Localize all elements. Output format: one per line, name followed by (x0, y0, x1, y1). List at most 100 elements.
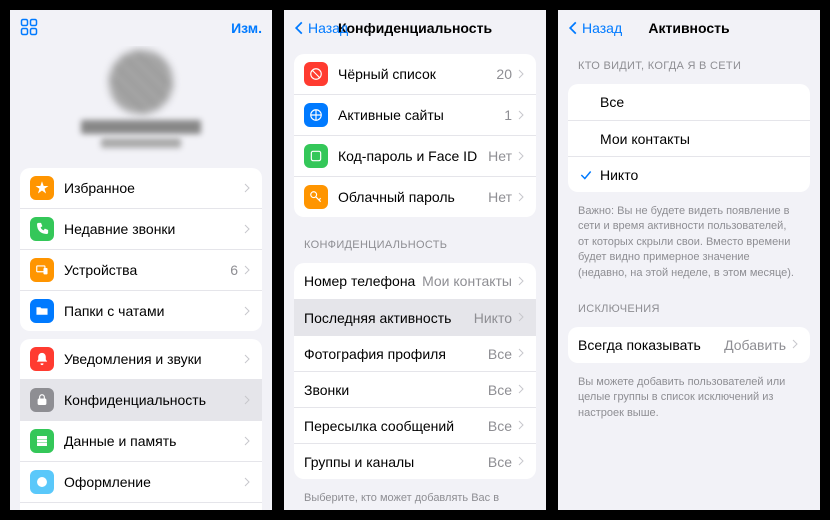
row-label: Последняя активность (304, 310, 474, 326)
row-label: Чёрный список (338, 66, 496, 82)
row-label: Конфиденциальность (64, 392, 242, 408)
row-label: Всегда показывать (578, 337, 724, 353)
row-label: Папки с чатами (64, 303, 242, 319)
row-label: Данные и память (64, 433, 242, 449)
list-item[interactable]: Избранное (20, 168, 262, 208)
list-item[interactable]: Оформление (20, 461, 262, 502)
pane1-header: Изм. (10, 10, 272, 46)
back-label: Назад (308, 20, 348, 36)
list-item[interactable]: Активные сайты1 (294, 94, 536, 135)
row-value: 6 (230, 262, 238, 278)
chevron-right-icon (242, 475, 252, 490)
back-button[interactable]: Назад (566, 20, 622, 36)
chevron-right-icon (516, 67, 526, 82)
option-row[interactable]: Никто (568, 156, 810, 192)
profile-block (10, 46, 272, 160)
settings-group: Избранное Недавние звонки Устройства6 Папки… (20, 168, 262, 331)
list-item[interactable]: Номер телефонаМои контакты (294, 263, 536, 299)
chevron-right-icon (516, 418, 526, 433)
chevron-right-icon (242, 352, 252, 367)
option-label: Никто (600, 167, 800, 183)
whosees-header: КТО ВИДИТ, КОГДА Я В СЕТИ (558, 46, 820, 76)
activity-pane: Назад Активность КТО ВИДИТ, КОГДА Я В СЕ… (558, 10, 820, 510)
list-item[interactable]: Недавние звонки (20, 208, 262, 249)
faceid-icon (304, 144, 328, 168)
privacy-section-header: КОНФИДЕНЦИАЛЬНОСТЬ (284, 225, 546, 255)
exceptions-footer: Вы можете добавить пользователей или цел… (558, 371, 820, 429)
chevron-right-icon (242, 181, 252, 196)
devices-icon (30, 258, 54, 282)
row-value: Все (488, 346, 512, 362)
chevron-right-icon (516, 190, 526, 205)
option-label: Все (600, 94, 800, 110)
row-label: Активные сайты (338, 107, 504, 123)
block-icon (304, 62, 328, 86)
row-value: Все (488, 454, 512, 470)
chevron-right-icon (516, 274, 526, 289)
back-label: Назад (582, 20, 622, 36)
profile-name (81, 120, 201, 134)
chevron-right-icon (790, 337, 800, 352)
list-item[interactable]: Облачный парольНет (294, 176, 536, 217)
row-value: Никто (474, 310, 512, 326)
whosees-footer: Важно: Вы не будете видеть появление в с… (558, 200, 820, 289)
row-label: Избранное (64, 180, 242, 196)
list-item[interactable]: ЗвонкиВсе (294, 371, 536, 407)
list-item[interactable]: Папки с чатами (20, 290, 262, 331)
chevron-right-icon (516, 310, 526, 325)
row-value: Все (488, 418, 512, 434)
row-label: Оформление (64, 474, 242, 490)
option-label: Мои контакты (600, 131, 800, 147)
row-label: Облачный пароль (338, 189, 488, 205)
option-row[interactable]: Все (568, 84, 810, 120)
privacy-pane: Назад Конфиденциальность Чёрный список20… (284, 10, 546, 510)
list-item[interactable]: Уведомления и звуки (20, 339, 262, 379)
folder-icon (30, 299, 54, 323)
row-value: Мои контакты (422, 273, 512, 289)
list-item[interactable]: Последняя активностьНикто (294, 299, 536, 335)
data-icon (30, 429, 54, 453)
row-label: Пересылка сообщений (304, 418, 488, 434)
list-item[interactable]: Пересылка сообщенийВсе (294, 407, 536, 443)
list-item[interactable]: Чёрный список20 (294, 54, 536, 94)
row-label: Недавние звонки (64, 221, 242, 237)
row-label: Группы и каналы (304, 454, 488, 470)
star-icon (30, 176, 54, 200)
list-item[interactable]: Устройства6 (20, 249, 262, 290)
list-item[interactable]: Фотография профиляВсе (294, 335, 536, 371)
option-row[interactable]: Мои контакты (568, 120, 810, 156)
chevron-right-icon (516, 149, 526, 164)
brush-icon (30, 470, 54, 494)
chevron-right-icon (242, 263, 252, 278)
row-label: Код-пароль и Face ID (338, 148, 488, 164)
edit-button[interactable]: Изм. (231, 20, 262, 36)
list-item[interactable]: Группы и каналыВсе (294, 443, 536, 479)
row-label: Уведомления и звуки (64, 351, 242, 367)
chevron-right-icon (516, 454, 526, 469)
row-label: Номер телефона (304, 273, 422, 289)
row-value: 20 (496, 66, 512, 82)
pane2-header: Назад Конфиденциальность (284, 10, 546, 46)
pane3-title: Активность (648, 20, 729, 36)
chevron-right-icon (242, 222, 252, 237)
web-icon (304, 103, 328, 127)
list-item[interactable]: Конфиденциальность (20, 379, 262, 420)
exceptions-header: ИСКЛЮЧЕНИЯ (558, 289, 820, 319)
phone-icon (30, 217, 54, 241)
list-item[interactable]: Всегда показыватьДобавить (568, 327, 810, 363)
privacy-section-footer: Выберите, кто может добавлять Вас в груп… (284, 487, 546, 510)
list-item[interactable]: ЯзыкРусский (20, 502, 262, 510)
list-item[interactable]: Код-пароль и Face IDНет (294, 135, 536, 176)
bell-icon (30, 347, 54, 371)
checkmark-icon (578, 168, 594, 182)
qr-icon[interactable] (20, 18, 38, 39)
list-item[interactable]: Данные и память (20, 420, 262, 461)
settings-pane: Изм. Избранное Недавние звонки Устройства6… (10, 10, 272, 510)
chevron-right-icon (242, 434, 252, 449)
chevron-right-icon (242, 304, 252, 319)
back-button[interactable]: Назад (292, 20, 348, 36)
pane3-header: Назад Активность (558, 10, 820, 46)
row-label: Фотография профиля (304, 346, 488, 362)
row-value: 1 (504, 107, 512, 123)
key-icon (304, 185, 328, 209)
